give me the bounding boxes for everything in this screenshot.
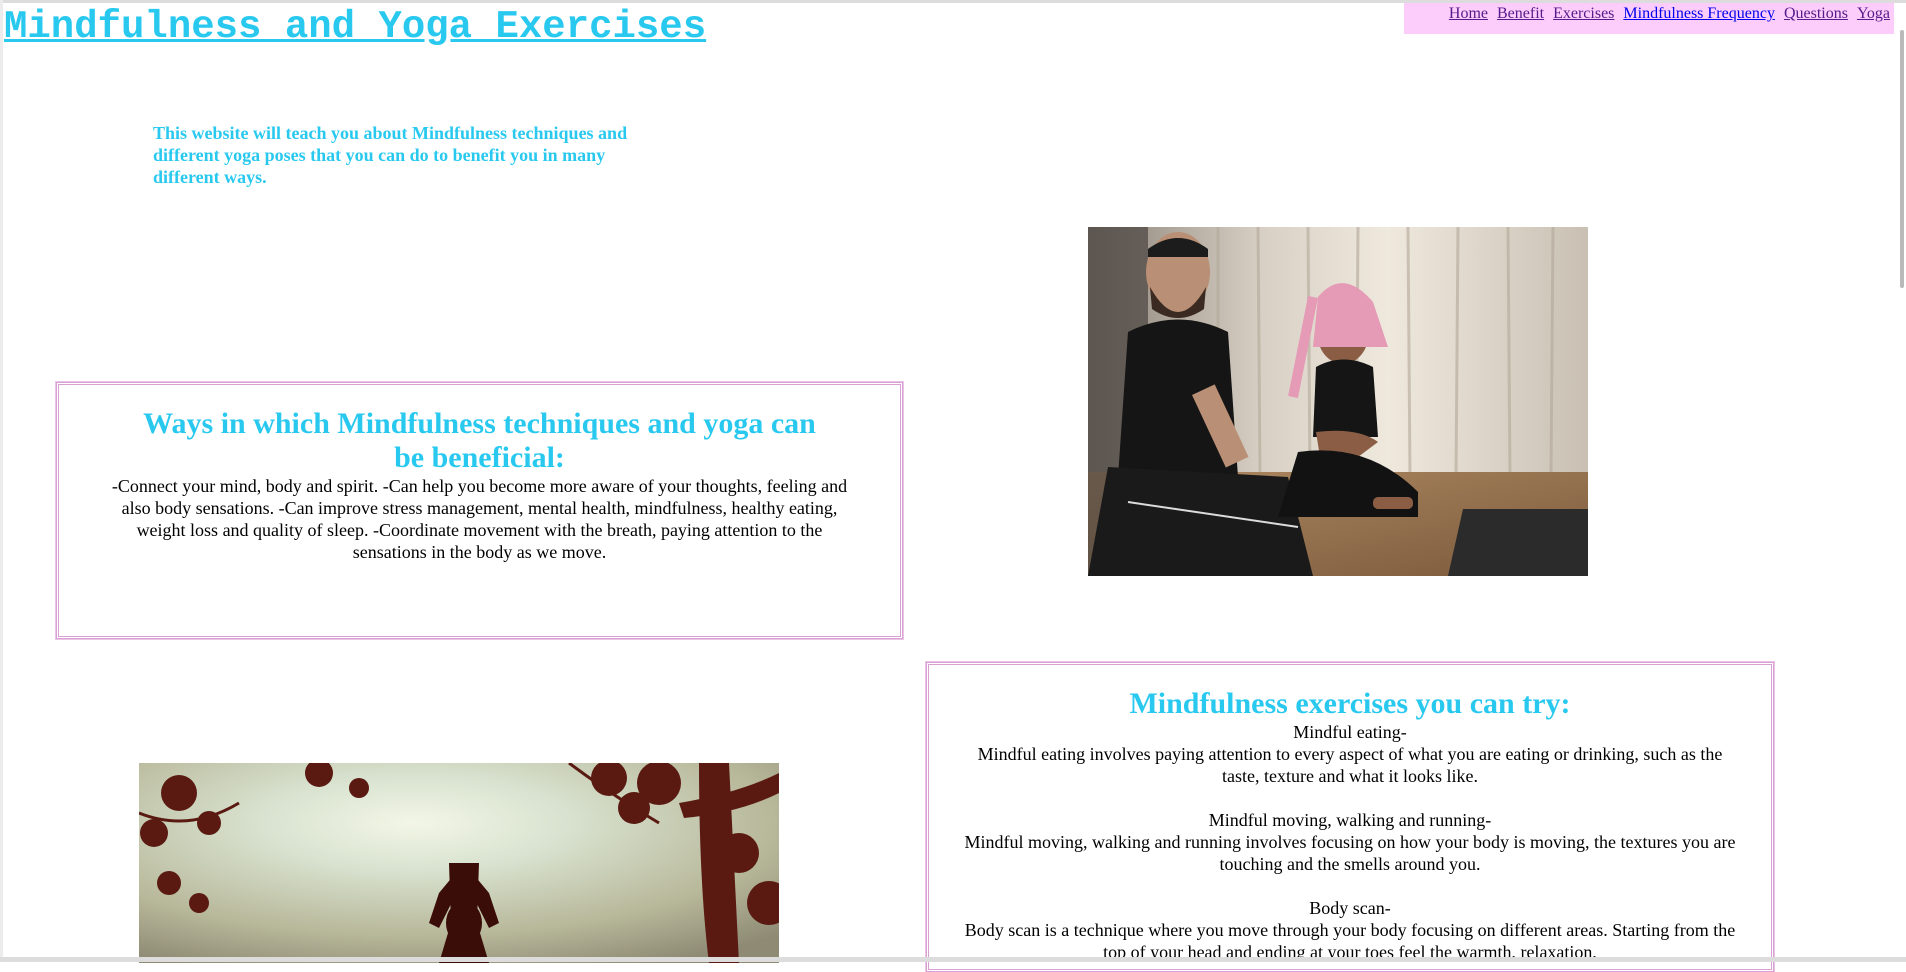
meditating-couple-image [1088,227,1588,576]
exercise-description: Mindful moving, walking and running invo… [964,832,1736,874]
exercise-description: Mindful eating involves paying attention… [977,744,1723,786]
nav-link-questions[interactable]: Questions [1784,4,1848,24]
nav-link-mindfulness-frequency[interactable]: Mindfulness Frequency [1623,4,1775,24]
exercise-item-body-scan: Body scan- Body scan is a technique wher… [949,897,1751,963]
benefits-heading: Ways in which Mindfulness techniques and… [143,407,816,474]
exercises-heading: Mindfulness exercises you can try: [1129,687,1571,720]
window-left-edge [0,0,3,962]
top-navigation: Home Benefit Exercises Mindfulness Frequ… [1404,3,1894,34]
nav-link-exercises[interactable]: Exercises [1553,4,1614,24]
nav-link-benefit[interactable]: Benefit [1497,4,1544,24]
window-bottom-edge [0,957,1906,962]
yoga-silhouette-image [139,763,779,963]
exercise-item-mindful-eating: Mindful eating- Mindful eating involves … [949,721,1751,787]
nav-link-home[interactable]: Home [1449,4,1488,24]
exercise-name: Mindful moving, walking and running- [1208,810,1492,830]
nav-link-yoga[interactable]: Yoga [1857,4,1890,24]
scrollbar-thumb[interactable] [1900,30,1904,288]
yoga-silhouette-photo [139,763,779,963]
exercise-name: Body scan- [1309,898,1391,918]
site-title: Mindfulness and Yoga Exercises [4,5,707,49]
meditating-couple-photo [1088,227,1588,576]
intro-text: This website will teach you about Mindfu… [153,123,628,187]
benefits-box: Ways in which Mindfulness techniques and… [55,381,904,640]
exercise-item-mindful-moving: Mindful moving, walking and running- Min… [949,809,1751,875]
exercises-box: Mindfulness exercises you can try: Mindf… [925,661,1775,972]
benefits-body: -Connect your mind, body and spirit. -Ca… [111,476,848,562]
exercise-name: Mindful eating- [1293,722,1407,742]
